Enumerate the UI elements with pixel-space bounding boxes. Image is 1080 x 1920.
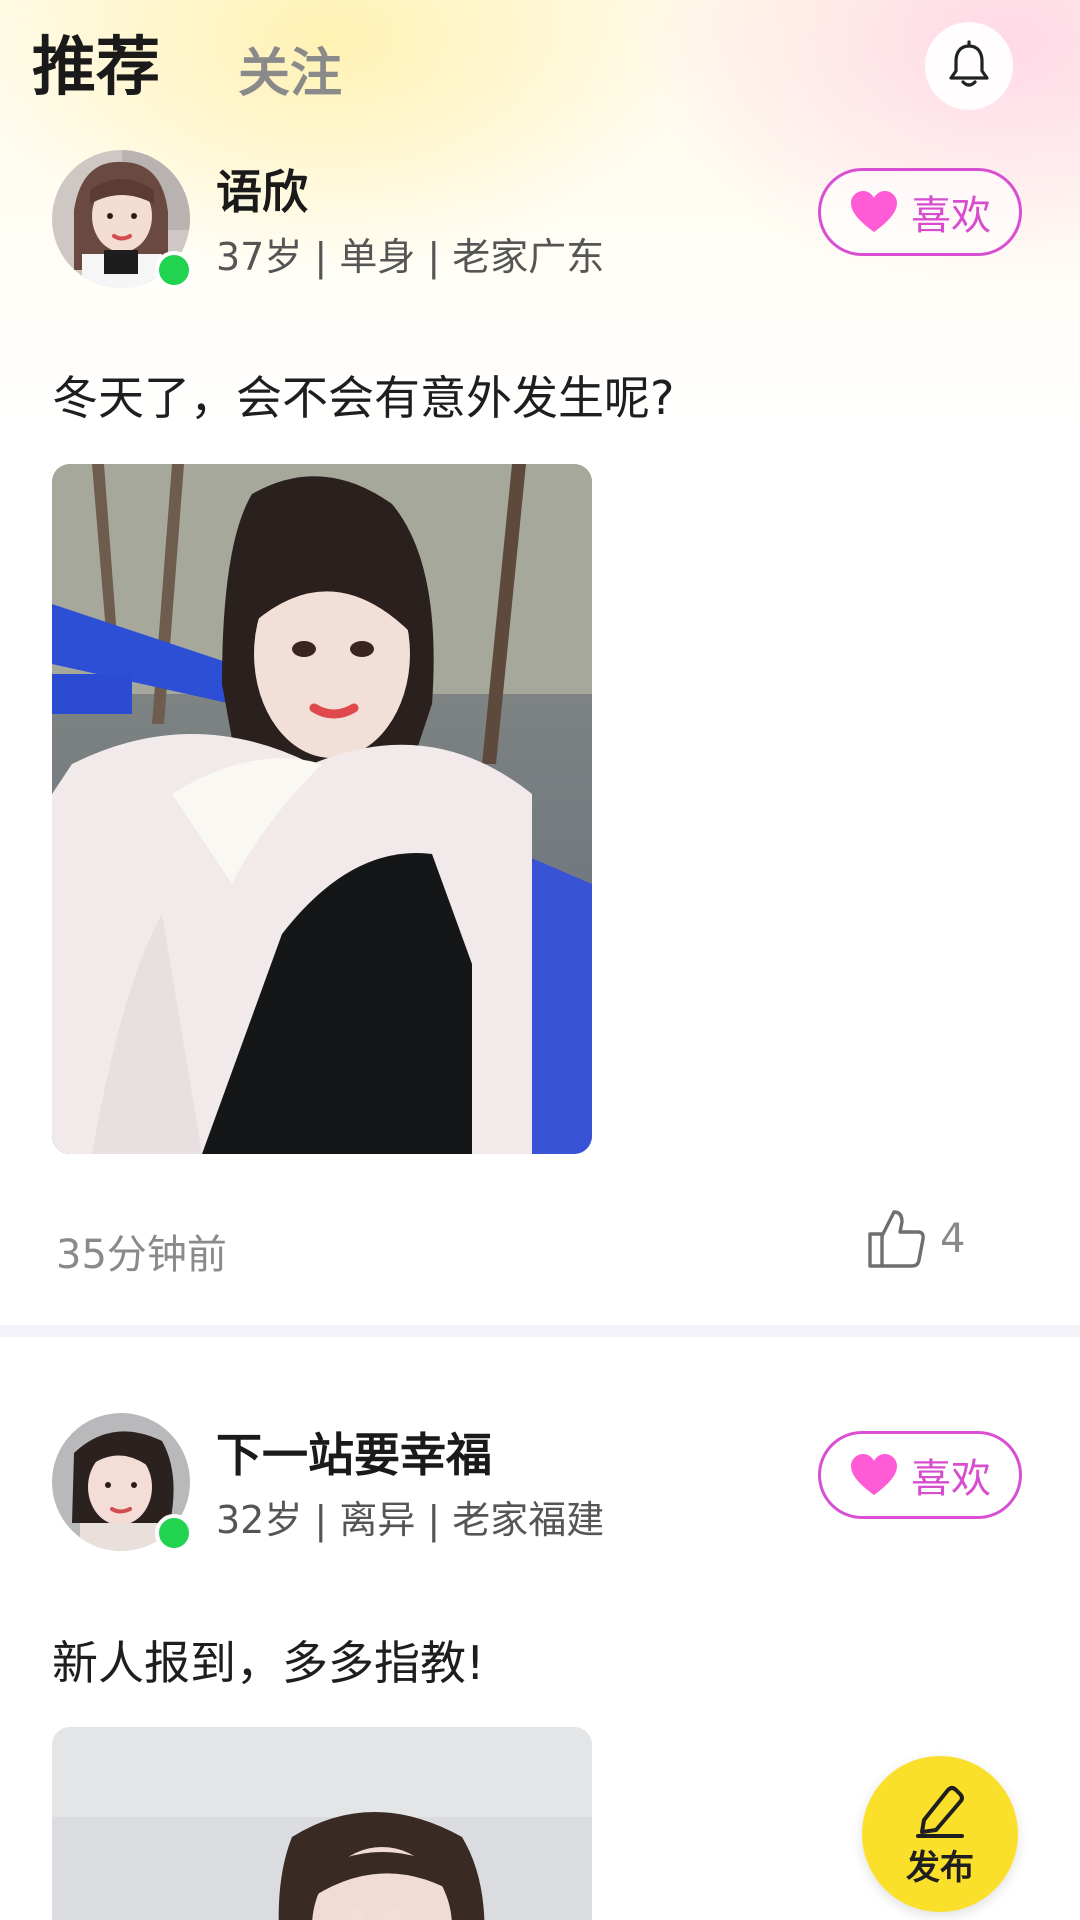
avatar[interactable] bbox=[52, 150, 193, 289]
like-user-button[interactable]: 喜欢 bbox=[818, 1431, 1022, 1519]
thumbs-up-icon bbox=[868, 1210, 925, 1268]
publish-button[interactable]: 发布 bbox=[862, 1756, 1018, 1912]
like-count: 4 bbox=[940, 1216, 966, 1262]
post-text: 冬天了，会不会有意外发生呢? bbox=[52, 371, 675, 425]
avatar[interactable] bbox=[52, 1413, 193, 1552]
thumbs-up-button[interactable]: 4 bbox=[866, 1206, 965, 1272]
user-name[interactable]: 语欣 bbox=[216, 156, 308, 222]
user-meta: 32岁 | 离异 | 老家福建 bbox=[216, 1498, 605, 1542]
post-time: 35分钟前 bbox=[56, 1232, 227, 1278]
like-label: 喜欢 bbox=[911, 193, 991, 239]
like-label: 喜欢 bbox=[911, 1456, 991, 1502]
user-meta: 37岁 | 单身 | 老家广东 bbox=[216, 235, 605, 279]
user-name[interactable]: 下一站要幸福 bbox=[216, 1419, 492, 1485]
app-screen: 推荐 关注 语欣 37岁 | 单身 | 老家广东 喜欢 冬天了，会不会有意外发生… bbox=[0, 0, 1080, 1920]
publish-label: 发布 bbox=[906, 1847, 974, 1888]
feed-post: 语欣 37岁 | 单身 | 老家广东 喜欢 冬天了，会不会有意外发生呢? 35分… bbox=[0, 0, 1080, 1325]
edit-icon bbox=[916, 1785, 964, 1838]
like-user-button[interactable]: 喜欢 bbox=[818, 168, 1022, 256]
post-text: 新人报到，多多指教! bbox=[52, 1636, 485, 1690]
post-divider bbox=[0, 1325, 1080, 1337]
heart-icon bbox=[851, 191, 897, 232]
post-photo[interactable] bbox=[52, 464, 592, 1154]
online-status-dot bbox=[155, 1514, 193, 1552]
post-photo[interactable] bbox=[52, 1727, 592, 1920]
online-status-dot bbox=[155, 251, 193, 289]
heart-icon bbox=[851, 1454, 897, 1495]
